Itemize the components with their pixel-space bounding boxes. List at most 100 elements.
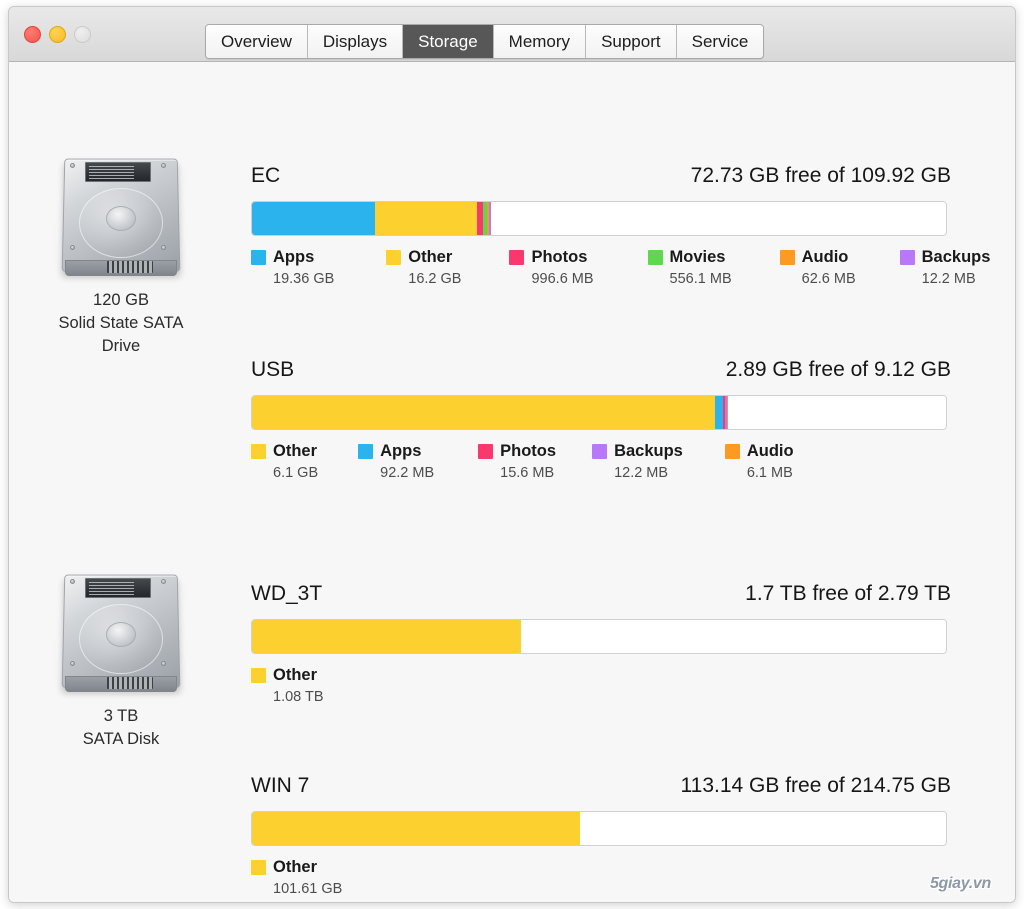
volume-wd3t: WD_3T 1.7 TB free of 2.79 TB Other 1.08 T…: [251, 582, 951, 705]
legend-row: Backups: [899, 247, 991, 266]
legend-size: 1.08 TB: [273, 689, 324, 705]
legend-row: Other: [251, 442, 318, 460]
drive-label-line: Drive: [101, 337, 141, 355]
volume-name: WD_3T: [251, 582, 323, 605]
legend-item-photos: Photos 996.6 MB: [509, 248, 594, 287]
tab-support[interactable]: Support: [586, 25, 677, 58]
drive-label-line: SATA Disk: [82, 730, 160, 748]
legend-row: Photos: [478, 442, 556, 460]
volume-name: USB: [251, 358, 295, 381]
legend-item-other: Other 16.2 GB: [386, 248, 461, 287]
close-button[interactable]: [24, 26, 41, 43]
legend-row: Apps: [358, 442, 434, 460]
legend-label: Photos: [500, 441, 557, 460]
legend-row: Movies: [647, 247, 732, 266]
legend-label: Other: [273, 857, 318, 876]
legend-label: Other: [273, 665, 318, 684]
legend-size: 19.36 GB: [273, 271, 335, 287]
legend-label: Backups: [921, 247, 991, 266]
legend-item-other: Other 1.08 TB: [251, 666, 324, 705]
tab-storage[interactable]: Storage: [403, 25, 494, 58]
legend-row: Apps: [251, 248, 334, 266]
legend-swatch-photos-icon: [478, 443, 494, 459]
tab-service[interactable]: Service: [676, 25, 764, 58]
site-watermark: 5giay.vn: [929, 875, 991, 892]
storage-bar: [251, 619, 947, 654]
legend-swatch-backups-icon: [899, 249, 915, 265]
about-this-mac-window: Overview Displays Storage Memory Support…: [8, 6, 1016, 903]
legend-swatch-other-icon: [251, 443, 266, 459]
legend-swatch-apps-icon: [358, 443, 374, 459]
legend-swatch-other-icon: [386, 249, 402, 265]
volume-free-space: 2.89 GB free of 9.12 GB: [725, 358, 951, 381]
legend-size: 15.6 MB: [500, 465, 555, 481]
legend-item-other: Other 101.61 GB: [251, 858, 342, 897]
storage-bar: [251, 395, 947, 430]
legend-size: 92.2 MB: [380, 465, 435, 481]
tab-overview[interactable]: Overview: [206, 25, 308, 58]
volume-free-space: 1.7 TB free of 2.79 TB: [745, 582, 951, 605]
legend-size: 101.61 GB: [273, 881, 343, 897]
legend-swatch-audio-icon: [724, 443, 740, 459]
drive-label-2: 3 TB SATA Disk: [21, 705, 221, 751]
legend-item-backups: Backups 12.2 MB: [592, 442, 683, 481]
legend-item-apps: Apps 92.2 MB: [358, 442, 434, 481]
legend-swatch-other-icon: [251, 667, 266, 683]
legend-label: Apps: [380, 441, 422, 460]
storage-legend: Other 1.08 TB: [251, 666, 951, 705]
legend-item-movies: Movies 556.1 MB: [647, 247, 732, 287]
hard-drive-icon: [57, 148, 185, 280]
legend-label: Other: [273, 441, 318, 460]
legend-swatch-apps-icon: [251, 249, 266, 265]
storage-legend: Other 6.1 GB Apps 92.2 MB Photos 15.6 MB Backu…: [251, 442, 951, 481]
legend-row: Audio: [724, 441, 794, 460]
drive-label-line: 3 TB: [103, 707, 139, 725]
bar-segment-apps: [252, 202, 375, 235]
volume-header: WIN 7 113.14 GB free of 214.75 GB: [251, 774, 951, 800]
legend-item-audio: Audio 6.1 MB: [724, 441, 794, 481]
legend-size: 556.1 MB: [669, 271, 732, 287]
legend-size: 62.6 MB: [801, 271, 856, 287]
legend-swatch-backups-icon: [592, 443, 608, 459]
drive-label-1: 120 GB Solid State SATA Drive: [21, 289, 221, 358]
volume-header: USB 2.89 GB free of 9.12 GB: [251, 358, 951, 384]
volume-free-space: 113.14 GB free of 214.75 GB: [680, 774, 951, 797]
tab-memory[interactable]: Memory: [493, 25, 587, 58]
legend-row: Other: [386, 248, 461, 266]
legend-swatch-photos-icon: [509, 249, 525, 265]
legend-row: Other: [251, 858, 342, 876]
bar-segment-free: [520, 620, 946, 653]
legend-label: Apps: [273, 247, 315, 266]
legend-label: Audio: [746, 441, 794, 460]
drive-icon-column-2: 3 TB SATA Disk: [21, 564, 221, 751]
volume-free-space: 72.73 GB free of 109.92 GB: [690, 164, 951, 187]
legend-label: Other: [408, 247, 453, 266]
minimize-button[interactable]: [49, 26, 66, 43]
legend-size: 12.2 MB: [921, 271, 976, 287]
legend-label: Movies: [669, 247, 726, 266]
legend-item-backups: Backups 12.2 MB: [899, 247, 991, 287]
storage-bar: [251, 201, 947, 236]
storage-legend: Other 101.61 GB: [251, 858, 951, 897]
storage-bar: [251, 811, 947, 846]
legend-swatch-movies-icon: [647, 249, 663, 265]
drive-label-line: 120 GB: [93, 291, 149, 309]
drive-icon-column-1: 120 GB Solid State SATA Drive: [21, 148, 221, 358]
volume-name: EC: [251, 164, 281, 187]
legend-label: Audio: [801, 247, 849, 266]
zoom-button: [74, 26, 91, 43]
legend-label: Photos: [531, 247, 588, 266]
legend-row: Photos: [509, 248, 593, 266]
storage-legend: Apps 19.36 GB Other 16.2 GB Photos 996.6 MB Mo…: [251, 247, 990, 287]
legend-item-photos: Photos 15.6 MB: [478, 442, 556, 481]
legend-size: 6.1 MB: [746, 465, 793, 481]
legend-size: 6.1 GB: [273, 465, 319, 481]
tab-displays[interactable]: Displays: [307, 25, 404, 58]
bar-segment-other: [252, 620, 521, 653]
bar-segment-free: [580, 812, 946, 845]
bar-segment-free: [728, 396, 946, 429]
volume-header: WD_3T 1.7 TB free of 2.79 TB: [251, 582, 951, 608]
legend-item-other: Other 6.1 GB: [251, 442, 318, 481]
volume-usb: USB 2.89 GB free of 9.12 GB Other 6.1 GB A…: [251, 358, 951, 481]
legend-swatch-other-icon: [251, 859, 266, 875]
